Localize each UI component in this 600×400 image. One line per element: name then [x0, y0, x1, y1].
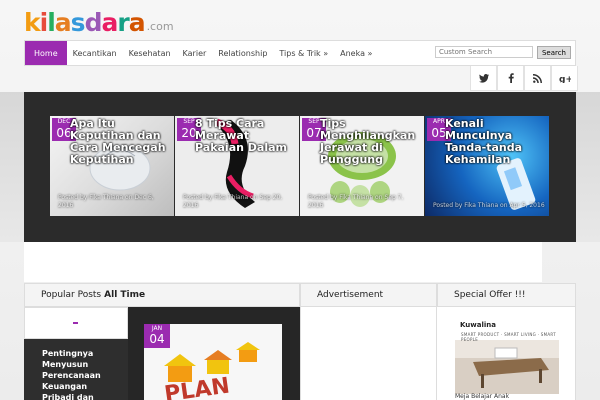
logo-letter-a3: a: [128, 8, 146, 37]
advertisement-heading: Advertisement: [317, 290, 384, 300]
social-links: g+: [470, 66, 578, 91]
offer-caption: Meja Belajar Anak: [455, 393, 510, 400]
featured-slider: DEC 06 Apa Itu Keputihan dan Cara Menceg…: [24, 92, 576, 242]
twitter-icon[interactable]: [470, 66, 497, 91]
nav-item-aneka[interactable]: Aneka »: [334, 41, 378, 65]
advertisement-header: Advertisement: [300, 283, 437, 307]
slide-meta: Posted by Fika Thiana on Dec 6, 2016: [58, 194, 154, 209]
logo-domain: .com: [146, 20, 174, 33]
popular-post-title[interactable]: Pentingnya Menyusun Perencanaan Keuangan…: [42, 348, 122, 400]
slide-meta: Posted by Fika Thiana on Sep 7, 2016: [308, 194, 404, 209]
google-plus-icon[interactable]: g+: [551, 66, 578, 91]
svg-text:g+: g+: [559, 75, 571, 83]
popular-posts-header: Popular Posts All Time: [24, 283, 300, 307]
logo-letter-a2: a: [101, 8, 118, 37]
advertisement-body: [300, 307, 437, 400]
offer-tagline: SMART PRODUCT · SMART LIVING · SMART PEO…: [461, 332, 556, 342]
search-button[interactable]: Search: [536, 46, 571, 59]
logo-letter-a1: a: [54, 8, 72, 37]
logo-letter-r: r: [117, 8, 129, 37]
slide-title[interactable]: Tips Menghilangkan Jerawat di Punggung: [320, 118, 422, 166]
nav-item-kecantikan[interactable]: Kecantikan: [67, 41, 123, 65]
special-offer-ad[interactable]: Kuwalina SMART PRODUCT · SMART LIVING · …: [455, 318, 559, 400]
slide-meta: Posted by Fika Thiana on Apr 5, 2016: [433, 202, 545, 209]
tab-indicator: [73, 322, 78, 324]
main-nav: Home Kecantikan Kesehatan Karier Relatio…: [24, 40, 576, 66]
popular-heading: Popular Posts: [41, 290, 102, 300]
logo-letter-d: d: [84, 8, 103, 37]
date-day: 04: [149, 332, 165, 346]
popular-tabs[interactable]: [24, 307, 128, 339]
slide-card[interactable]: SEP 07 Tips Menghilangkan Jerawat di Pun…: [300, 116, 424, 216]
slider-footer: [24, 242, 542, 282]
slide-card[interactable]: SEP 20 8 Tips Cara Merawat Pakaian Dalam…: [175, 116, 299, 216]
popular-heading-bold: All Time: [104, 290, 146, 300]
slide-title[interactable]: Kenali Munculnya Tanda-tanda Kehamilan: [445, 118, 547, 166]
nav-item-home[interactable]: Home: [25, 41, 67, 65]
offer-brand: Kuwalina: [460, 321, 496, 329]
site-logo[interactable]: kilasdara .com: [24, 4, 174, 38]
offer-ad-image: [455, 340, 559, 394]
slide-card[interactable]: APR 05 Kenali Munculnya Tanda-tanda Keha…: [425, 116, 549, 216]
date-badge: JAN 04: [144, 324, 170, 348]
slide-meta: Posted by Fika Thiana on Sep 20, 2016: [183, 194, 283, 209]
logo-letter-s: s: [70, 8, 86, 37]
logo-letter-l: l: [47, 8, 56, 37]
nav-item-kesehatan[interactable]: Kesehatan: [123, 41, 177, 65]
nav-item-tips-trik[interactable]: Tips & Trik »: [273, 41, 334, 65]
logo-text: kilasdara: [24, 8, 146, 38]
facebook-icon[interactable]: [497, 66, 524, 91]
nav-item-relationship[interactable]: Relationship: [212, 41, 273, 65]
slide-card[interactable]: DEC 06 Apa Itu Keputihan dan Cara Menceg…: [50, 116, 174, 216]
slide-title[interactable]: 8 Tips Cara Merawat Pakaian Dalam: [195, 118, 297, 154]
search-input[interactable]: [434, 46, 533, 58]
nav-item-karier[interactable]: Karier: [177, 41, 213, 65]
special-offer-header: Special Offer !!!: [437, 283, 576, 307]
rss-icon[interactable]: [524, 66, 551, 91]
search-form: Search: [434, 46, 571, 59]
special-offer-heading: Special Offer !!!: [454, 290, 526, 300]
popular-thumbnail[interactable]: PLAN JAN 04: [144, 324, 282, 400]
logo-letter-k: k: [24, 8, 41, 37]
slide-title[interactable]: Apa Itu Keputihan dan Cara Mencegah Kepu…: [70, 118, 172, 166]
